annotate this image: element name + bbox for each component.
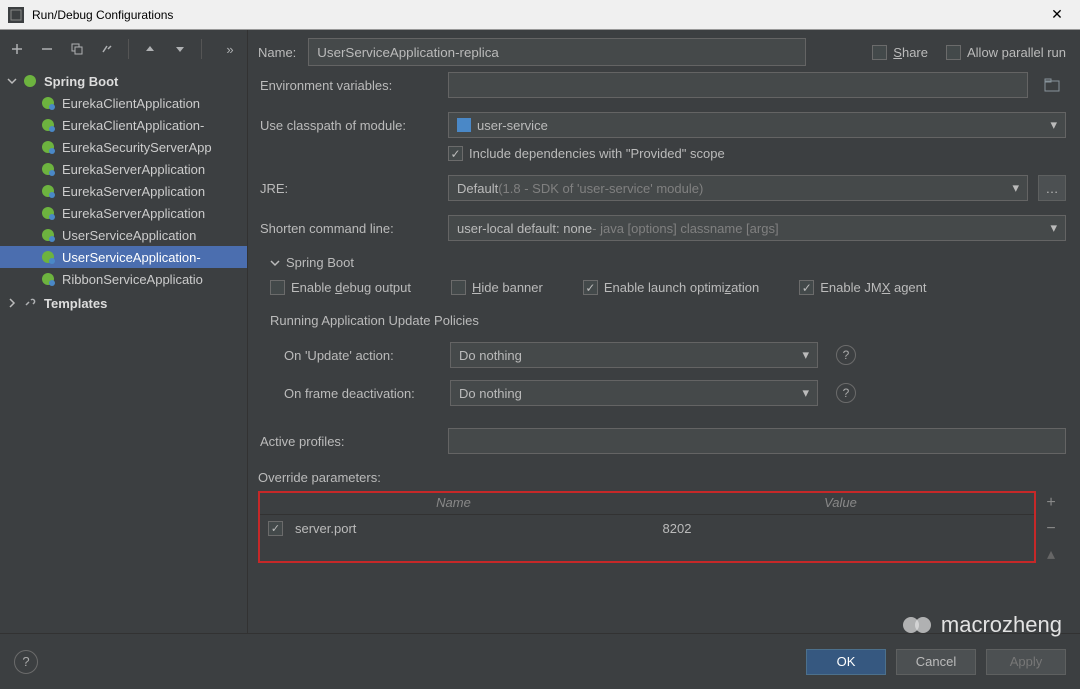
help-icon[interactable]: ? bbox=[836, 345, 856, 365]
config-tree: Spring Boot EurekaClientApplication Eure… bbox=[0, 68, 247, 633]
param-row[interactable]: server.port 8202 bbox=[260, 515, 1034, 541]
tree-item[interactable]: EurekaServerApplication bbox=[0, 202, 247, 224]
tree-root-spring-boot[interactable]: Spring Boot bbox=[0, 70, 247, 92]
tree-item[interactable]: EurekaSecurityServerApp bbox=[0, 136, 247, 158]
chevron-down-icon: ▾ bbox=[1050, 117, 1057, 133]
active-profiles-input[interactable] bbox=[448, 428, 1066, 454]
spring-boot-icon bbox=[40, 227, 56, 243]
hide-banner-checkbox[interactable]: Hide banner bbox=[451, 280, 543, 295]
chevron-down-icon bbox=[6, 75, 18, 87]
wrench-icon bbox=[22, 295, 38, 311]
expand-button[interactable]: » bbox=[221, 40, 239, 58]
jre-label: JRE: bbox=[258, 181, 438, 196]
spring-boot-icon bbox=[40, 205, 56, 221]
env-vars-input[interactable] bbox=[448, 72, 1028, 98]
spring-boot-section-header[interactable]: Spring Boot bbox=[270, 255, 1066, 270]
apply-button[interactable]: Apply bbox=[986, 649, 1066, 675]
include-provided-checkbox[interactable]: Include dependencies with "Provided" sco… bbox=[448, 146, 725, 161]
col-name-header: Name bbox=[260, 493, 647, 514]
app-icon bbox=[8, 7, 24, 23]
enable-launch-opt-checkbox[interactable]: Enable launch optimization bbox=[583, 280, 759, 295]
tree-templates[interactable]: Templates bbox=[0, 292, 247, 314]
copy-config-button[interactable] bbox=[68, 40, 86, 58]
param-name-cell[interactable]: server.port bbox=[295, 521, 659, 536]
help-icon[interactable]: ? bbox=[836, 383, 856, 403]
spring-boot-icon bbox=[22, 73, 38, 89]
active-profiles-label: Active profiles: bbox=[258, 434, 438, 449]
allow-parallel-checkbox[interactable]: Allow parallel run bbox=[946, 45, 1066, 60]
templates-label: Templates bbox=[44, 296, 107, 311]
module-icon bbox=[457, 118, 471, 132]
tree-item[interactable]: UserServiceApplication bbox=[0, 224, 247, 246]
sidebar-toolbar: » bbox=[0, 30, 247, 68]
tree-item[interactable]: EurekaClientApplication bbox=[0, 92, 247, 114]
on-frame-combo[interactable]: Do nothing ▾ bbox=[450, 380, 818, 406]
classpath-label: Use classpath of module: bbox=[258, 118, 438, 133]
env-vars-label: Environment variables: bbox=[258, 78, 438, 93]
tree-item-selected[interactable]: UserServiceApplication- bbox=[0, 246, 247, 268]
on-update-combo[interactable]: Do nothing ▾ bbox=[450, 342, 818, 368]
env-browse-button[interactable] bbox=[1038, 72, 1066, 98]
param-value-cell[interactable]: 8202 bbox=[659, 521, 1027, 536]
chevron-right-icon bbox=[6, 297, 18, 309]
move-down-button[interactable] bbox=[171, 40, 189, 58]
jre-combo[interactable]: Default (1.8 - SDK of 'user-service' mod… bbox=[448, 175, 1028, 201]
help-button[interactable]: ? bbox=[14, 650, 38, 674]
chevron-down-icon: ▾ bbox=[802, 347, 809, 363]
spring-boot-icon bbox=[40, 95, 56, 111]
close-button[interactable]: ✕ bbox=[1042, 6, 1072, 23]
on-frame-label: On frame deactivation: bbox=[284, 386, 440, 401]
col-value-header: Value bbox=[647, 493, 1034, 514]
share-checkbox[interactable]: Share bbox=[872, 45, 928, 60]
enable-jmx-checkbox[interactable]: Enable JMX agent bbox=[799, 280, 926, 295]
add-param-button[interactable]: + bbox=[1046, 495, 1055, 511]
tree-item[interactable]: RibbonServiceApplicatio bbox=[0, 268, 247, 290]
enable-debug-checkbox[interactable]: Enable debug output bbox=[270, 280, 411, 295]
tree-item[interactable]: EurekaServerApplication bbox=[0, 180, 247, 202]
spring-boot-icon bbox=[40, 161, 56, 177]
window-title: Run/Debug Configurations bbox=[32, 8, 1042, 22]
add-config-button[interactable] bbox=[8, 40, 26, 58]
move-up-button[interactable] bbox=[141, 40, 159, 58]
classpath-combo[interactable]: user-service ▾ bbox=[448, 112, 1066, 138]
spring-boot-icon bbox=[40, 249, 56, 265]
move-param-up-button[interactable]: ▴ bbox=[1047, 547, 1055, 563]
chevron-down-icon: ▾ bbox=[1012, 180, 1019, 196]
chevron-down-icon: ▾ bbox=[1050, 220, 1057, 236]
name-input[interactable] bbox=[308, 38, 806, 66]
name-label: Name: bbox=[258, 45, 296, 60]
override-params-label: Override parameters: bbox=[258, 470, 1066, 485]
sidebar: » Spring Boot EurekaClientApplication Eu… bbox=[0, 30, 248, 633]
param-enabled-checkbox[interactable] bbox=[268, 521, 283, 536]
remove-param-button[interactable]: − bbox=[1046, 521, 1055, 537]
spring-boot-icon bbox=[40, 139, 56, 155]
settings-button[interactable] bbox=[98, 40, 116, 58]
ok-button[interactable]: OK bbox=[806, 649, 886, 675]
spring-boot-icon bbox=[40, 271, 56, 287]
tree-root-label: Spring Boot bbox=[44, 74, 118, 89]
chevron-down-icon: ▾ bbox=[802, 385, 809, 401]
titlebar: Run/Debug Configurations ✕ bbox=[0, 0, 1080, 30]
spring-boot-icon bbox=[40, 183, 56, 199]
dialog-footer: ? OK Cancel Apply bbox=[0, 633, 1080, 689]
on-update-label: On 'Update' action: bbox=[284, 348, 440, 363]
tree-item[interactable]: EurekaServerApplication bbox=[0, 158, 247, 180]
jre-browse-button[interactable]: … bbox=[1038, 175, 1066, 201]
shorten-label: Shorten command line: bbox=[258, 221, 438, 236]
tree-item[interactable]: EurekaClientApplication- bbox=[0, 114, 247, 136]
content-panel: Name: Share Allow parallel run Environme… bbox=[248, 30, 1080, 633]
shorten-combo[interactable]: user-local default: none - java [options… bbox=[448, 215, 1066, 241]
cancel-button[interactable]: Cancel bbox=[896, 649, 976, 675]
remove-config-button[interactable] bbox=[38, 40, 56, 58]
override-params-table: Name Value server.port 8202 bbox=[258, 491, 1036, 563]
spring-boot-icon bbox=[40, 117, 56, 133]
chevron-down-icon bbox=[270, 258, 280, 268]
running-policies-label: Running Application Update Policies bbox=[258, 313, 1066, 328]
